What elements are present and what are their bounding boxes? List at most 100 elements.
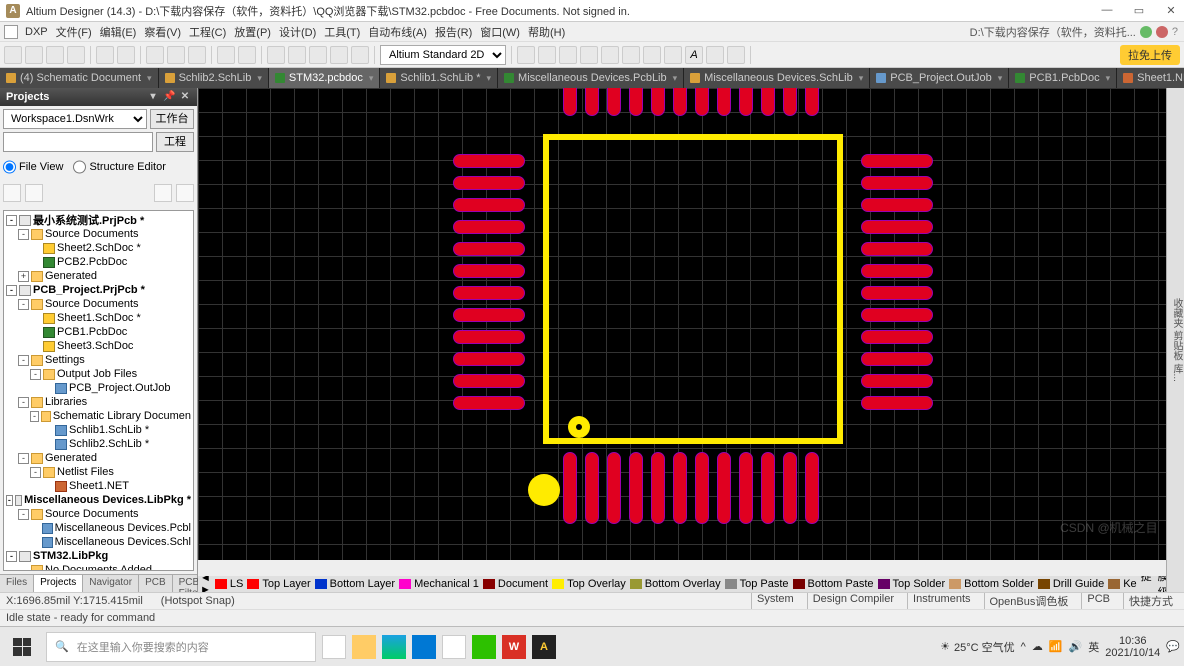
pad[interactable]	[739, 452, 753, 524]
status-link[interactable]: PCB	[1081, 593, 1115, 609]
menu-window[interactable]: 窗口(W)	[477, 23, 523, 41]
pad[interactable]	[761, 88, 775, 116]
tree-node[interactable]: Schlib1.SchLib *	[6, 423, 191, 437]
pad[interactable]	[453, 264, 525, 278]
close-button[interactable]: ✕	[1164, 4, 1178, 17]
panel-tab[interactable]: Navigator	[83, 575, 139, 592]
store-icon[interactable]	[442, 635, 466, 659]
doc-tab[interactable]: PCB_Project.OutJob▾	[870, 68, 1009, 88]
doc-tab[interactable]: Schlib2.SchLib▾	[159, 68, 269, 88]
status-link[interactable]: 快捷方式	[1123, 593, 1178, 609]
pad[interactable]	[453, 374, 525, 388]
radio-file-view[interactable]: File View	[3, 157, 63, 177]
menu-report[interactable]: 报告(R)	[432, 23, 475, 41]
doc-tab-close-icon[interactable]: ▾	[998, 73, 1003, 84]
tool-redo-icon[interactable]	[238, 46, 256, 64]
minimize-button[interactable]: —	[1100, 4, 1114, 17]
pad[interactable]	[861, 154, 933, 168]
tree-opt1-icon[interactable]	[3, 184, 21, 202]
doc-tab[interactable]: Sheet1.NET▾	[1117, 68, 1184, 88]
tool-paste-icon[interactable]	[188, 46, 206, 64]
menu-dxp[interactable]: DXP	[22, 25, 51, 39]
tree-opt3-icon[interactable]	[154, 184, 172, 202]
pad[interactable]	[651, 88, 665, 116]
layer-tab[interactable]: Ke	[1108, 578, 1136, 590]
pad[interactable]	[861, 396, 933, 410]
tree-twisty-icon[interactable]: -	[18, 397, 29, 408]
tool-save-icon[interactable]	[46, 46, 64, 64]
tree-twisty-icon[interactable]	[30, 313, 41, 324]
tool-filter-icon[interactable]	[267, 46, 285, 64]
maximize-button[interactable]: ▭	[1132, 4, 1146, 17]
pad[interactable]	[629, 452, 643, 524]
layer-tab[interactable]: Mechanical 1	[399, 578, 479, 590]
doc-tab[interactable]: Schlib1.SchLib *▾	[380, 68, 498, 88]
pad[interactable]	[563, 452, 577, 524]
pad[interactable]	[805, 88, 819, 116]
pad[interactable]	[861, 176, 933, 190]
tree-node[interactable]: -Netlist Files	[6, 465, 191, 479]
pad[interactable]	[453, 330, 525, 344]
layer-tab[interactable]: Bottom Solder	[949, 578, 1034, 590]
panel-pin-icon[interactable]: 📌	[163, 91, 175, 103]
pad[interactable]	[453, 176, 525, 190]
doc-tab[interactable]: (4) Schematic Document▾	[0, 68, 159, 88]
notifications-icon[interactable]: 💬	[1166, 640, 1180, 653]
tool-route2-icon[interactable]	[622, 46, 640, 64]
tree-node[interactable]: +Generated	[6, 269, 191, 283]
layer-tab[interactable]: Bottom Paste	[793, 578, 874, 590]
tool-zoomfit-icon[interactable]	[117, 46, 135, 64]
explorer-icon[interactable]	[352, 635, 376, 659]
task-view-icon[interactable]	[322, 635, 346, 659]
tree-twisty-icon[interactable]: -	[6, 551, 17, 562]
tree-twisty-icon[interactable]	[18, 565, 29, 572]
pcb-canvas[interactable]: 1 CSDN @机械之目	[198, 88, 1184, 576]
pad[interactable]	[453, 308, 525, 322]
tree-opt4-icon[interactable]	[176, 184, 194, 202]
tool-dim-icon[interactable]	[706, 46, 724, 64]
pad[interactable]	[861, 286, 933, 300]
volume-icon[interactable]: 🔊	[1069, 640, 1083, 653]
clock[interactable]: 10:362021/10/14	[1105, 635, 1160, 659]
doc-tab-close-icon[interactable]: ▾	[487, 73, 492, 84]
tool-poly-icon[interactable]	[727, 46, 745, 64]
pad[interactable]	[783, 88, 797, 116]
tool-place2-icon[interactable]	[538, 46, 556, 64]
doc-tab-close-icon[interactable]: ▾	[257, 73, 262, 84]
edge-icon[interactable]	[382, 635, 406, 659]
tree-twisty-icon[interactable]: -	[6, 285, 17, 296]
tool-new-icon[interactable]	[4, 46, 22, 64]
pad[interactable]	[453, 154, 525, 168]
doc-tab[interactable]: Miscellaneous Devices.SchLib▾	[684, 68, 870, 88]
wps-icon[interactable]: W	[502, 635, 526, 659]
layer-tab[interactable]: Top Layer	[247, 578, 310, 590]
tree-node[interactable]: Sheet3.SchDoc	[6, 339, 191, 353]
tool-print-icon[interactable]	[67, 46, 85, 64]
pad[interactable]	[861, 220, 933, 234]
tree-twisty-icon[interactable]	[42, 383, 53, 394]
layer-tab[interactable]: LS	[215, 578, 243, 590]
pad[interactable]	[453, 396, 525, 410]
tool-align-icon[interactable]	[330, 46, 348, 64]
pad[interactable]	[563, 88, 577, 116]
tool-pad-icon[interactable]	[664, 46, 682, 64]
doc-tab[interactable]: STM32.pcbdoc▾	[269, 68, 381, 88]
tree-twisty-icon[interactable]: -	[30, 467, 41, 478]
tree-twisty-icon[interactable]: -	[18, 509, 29, 520]
panel-tab[interactable]: Projects	[34, 575, 83, 592]
onedrive-icon[interactable]: ☁	[1032, 640, 1043, 653]
tree-twisty-icon[interactable]: -	[18, 229, 29, 240]
tree-node[interactable]: -Libraries	[6, 395, 191, 409]
tree-node[interactable]: PCB_Project.OutJob	[6, 381, 191, 395]
pad[interactable]	[585, 88, 599, 116]
side-panels-strip[interactable]: 收藏夹 剪贴板 库...	[1166, 88, 1184, 592]
tree-node[interactable]: -最小系统测试.PrjPcb *	[6, 213, 191, 227]
wechat-icon[interactable]	[472, 635, 496, 659]
projects-panel-header[interactable]: Projects ▾ 📌 ✕	[0, 88, 197, 106]
layer-action[interactable]: 捕捉	[1141, 576, 1152, 592]
layer-tab[interactable]: Document	[483, 578, 548, 590]
tree-twisty-icon[interactable]	[30, 327, 41, 338]
tool-via-icon[interactable]	[643, 46, 661, 64]
tree-twisty-icon[interactable]: -	[18, 299, 29, 310]
ime-indicator[interactable]: 英	[1088, 639, 1099, 655]
